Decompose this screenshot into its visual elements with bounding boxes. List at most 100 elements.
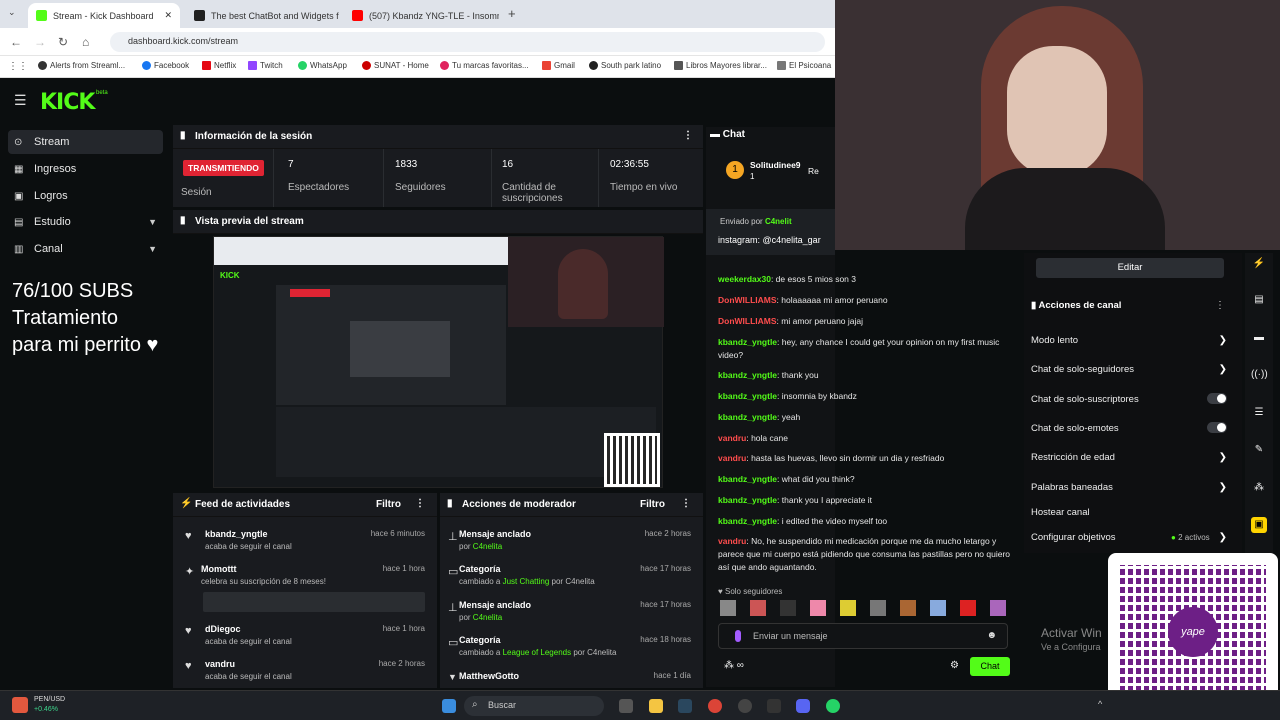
- top-gifter-name[interactable]: Solitudinee9: [750, 160, 801, 170]
- list-icon[interactable]: ☰: [1251, 405, 1267, 421]
- age-restriction-item[interactable]: Restricción de edad ❯: [1031, 452, 1227, 463]
- slow-mode-item[interactable]: Modo lento ❯: [1031, 335, 1227, 346]
- tab-chatbot[interactable]: The best ChatBot and Widgets f ✕: [186, 3, 341, 28]
- chevron-up-icon[interactable]: ^: [1098, 699, 1102, 709]
- menu-icon[interactable]: ☰: [14, 92, 27, 109]
- set-goals-item[interactable]: Configurar objetivos ● 2 activos ❯: [1031, 532, 1227, 543]
- more-options-icon[interactable]: ⋮: [681, 498, 691, 509]
- subscribers-only-toggle[interactable]: [1207, 393, 1227, 404]
- emote-icon[interactable]: [960, 600, 976, 616]
- app-icon[interactable]: [767, 699, 781, 713]
- file-explorer-icon[interactable]: [649, 699, 663, 713]
- emote-icon[interactable]: [870, 600, 886, 616]
- reload-icon[interactable]: ↻: [58, 35, 68, 49]
- emote-icon[interactable]: [840, 600, 856, 616]
- url-input[interactable]: dashboard.kick.com/stream: [110, 32, 825, 52]
- home-icon[interactable]: ⌂: [82, 35, 89, 49]
- chat-text: yeah: [781, 412, 801, 422]
- more-options-icon[interactable]: ⋮: [415, 498, 425, 509]
- emote-icon[interactable]: [900, 600, 916, 616]
- bookmark-item[interactable]: Twitch: [248, 61, 283, 70]
- emotes-only-item[interactable]: Chat de solo-emotes: [1031, 422, 1227, 434]
- chat-username[interactable]: kbandz_yngtle: [718, 370, 777, 380]
- wrench-icon[interactable]: ✎: [1251, 442, 1267, 458]
- bookmark-item[interactable]: WhatsApp: [298, 61, 347, 70]
- banned-words-item[interactable]: Palabras baneadas ❯: [1031, 482, 1227, 493]
- close-icon[interactable]: ✕: [164, 10, 172, 21]
- bookmark-item[interactable]: South park latino: [589, 61, 661, 70]
- chat-username[interactable]: kbandz_yngtle: [718, 391, 777, 401]
- whatsapp-icon[interactable]: [826, 699, 840, 713]
- send-chat-button[interactable]: Chat: [970, 657, 1010, 676]
- tab-kick-dashboard[interactable]: Stream - Kick Dashboard ✕: [28, 3, 180, 28]
- obs-icon[interactable]: [738, 699, 752, 713]
- sidebar-item-stream[interactable]: ⊙ Stream: [8, 130, 163, 154]
- followers-only-item[interactable]: Chat de solo-seguidores ❯: [1031, 364, 1227, 375]
- emote-icon[interactable]: [720, 600, 736, 616]
- host-channel-item[interactable]: Hostear canal: [1031, 507, 1227, 518]
- lightning-icon[interactable]: ⚡: [1251, 256, 1267, 272]
- bookmark-item[interactable]: Facebook: [142, 61, 189, 70]
- chat-username[interactable]: DonWILLIAMS: [718, 316, 777, 326]
- new-tab-button[interactable]: +: [508, 6, 516, 21]
- emote-icon[interactable]: [780, 600, 796, 616]
- filter-button[interactable]: Filtro: [376, 499, 401, 510]
- chatbot-favicon-icon: [194, 10, 205, 21]
- document-icon[interactable]: ▤: [1251, 292, 1267, 308]
- edit-button[interactable]: Editar: [1036, 258, 1224, 278]
- sidebar-item-estudio[interactable]: ▤ Estudio ▼: [8, 210, 163, 234]
- filter-button[interactable]: Filtro: [640, 499, 665, 510]
- emote-icon[interactable]: [750, 600, 766, 616]
- clapper-icon[interactable]: ▣: [1251, 517, 1267, 533]
- chat-username[interactable]: vandru: [718, 433, 746, 443]
- apps-icon[interactable]: ⋮⋮: [8, 61, 28, 72]
- taskbar-search[interactable]: ⌕ Buscar: [464, 696, 604, 716]
- bookmark-item[interactable]: Libros Mayores librar...: [674, 61, 767, 70]
- weather-icon[interactable]: [12, 697, 28, 713]
- chat-username[interactable]: weekerdax30: [718, 274, 771, 284]
- chat-username[interactable]: vandru: [718, 453, 746, 463]
- bookmark-item[interactable]: Tu marcas favoritas...: [440, 61, 529, 70]
- discord-icon[interactable]: [796, 699, 810, 713]
- chat-username[interactable]: kbandz_yngtle: [718, 495, 777, 505]
- tab-youtube[interactable]: (507) Kbandz YNG-TLE - Insomn ✕: [344, 3, 499, 28]
- kicks-icon[interactable]: ⁂ ∞: [724, 660, 744, 671]
- emotes-only-toggle[interactable]: [1207, 422, 1227, 433]
- sidebar-item-canal[interactable]: ▥ Canal ▼: [8, 237, 163, 261]
- kick-icon[interactable]: ⁂: [1251, 480, 1267, 496]
- chat-username[interactable]: DonWILLIAMS: [718, 295, 777, 305]
- emote-icon[interactable]: [990, 600, 1006, 616]
- more-options-icon[interactable]: ⋮: [1215, 300, 1225, 311]
- sidebar-item-logros[interactable]: ▣ Logros: [8, 184, 163, 208]
- steam-icon[interactable]: [678, 699, 692, 713]
- chat-icon[interactable]: ▬: [1251, 330, 1267, 346]
- chat-username[interactable]: kbandz_yngtle: [718, 412, 777, 422]
- emote-icon[interactable]: [810, 600, 826, 616]
- more-options-icon[interactable]: ⋮: [683, 130, 693, 141]
- bookmark-item[interactable]: El Psicoana: [777, 61, 831, 70]
- windows-start-icon[interactable]: [442, 699, 456, 713]
- kick-logo[interactable]: KICK: [40, 90, 95, 115]
- back-icon[interactable]: ←: [10, 35, 22, 49]
- chrome-icon[interactable]: [708, 699, 722, 713]
- bookmark-item[interactable]: Gmail: [542, 61, 575, 70]
- emote-icon[interactable]: [930, 600, 946, 616]
- mod-action-item[interactable]: ▼ MatthewGotto hace 1 día: [448, 671, 695, 682]
- chat-input[interactable]: Enviar un mensaje ☻: [718, 623, 1008, 649]
- chat-username[interactable]: kbandz_yngtle: [718, 516, 777, 526]
- chat-username[interactable]: kbandz_yngtle: [718, 474, 777, 484]
- chat-username[interactable]: vandru: [718, 536, 746, 546]
- chat-username[interactable]: kbandz_yngtle: [718, 337, 777, 347]
- bookmark-item[interactable]: Netflix: [202, 61, 236, 70]
- forward-icon[interactable]: →: [34, 35, 46, 49]
- stream-preview-video[interactable]: KICK: [213, 236, 664, 488]
- emoji-icon[interactable]: ☻: [986, 630, 997, 641]
- sidebar-item-ingresos[interactable]: ▦ Ingresos: [8, 157, 163, 181]
- bookmark-item[interactable]: SUNAT - Home: [362, 61, 429, 70]
- task-view-icon[interactable]: [619, 699, 633, 713]
- bookmark-item[interactable]: Alerts from Streaml...: [38, 61, 125, 70]
- tab-list-icon[interactable]: ⌄: [8, 7, 16, 18]
- broadcast-icon[interactable]: ((·)): [1251, 367, 1268, 383]
- subscribers-only-item[interactable]: Chat de solo-suscriptores: [1031, 393, 1227, 405]
- settings-gear-icon[interactable]: ⚙: [950, 660, 959, 671]
